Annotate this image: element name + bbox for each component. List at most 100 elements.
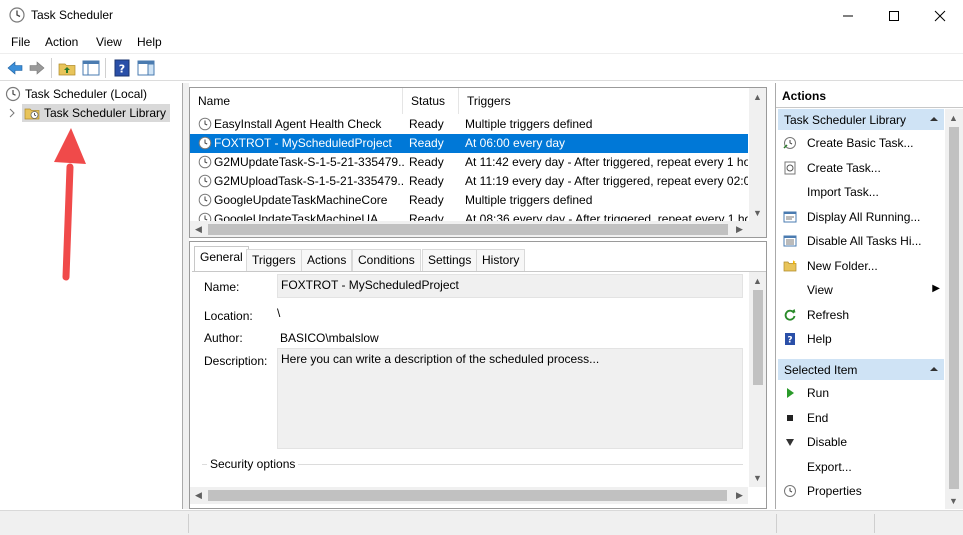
status-segment xyxy=(874,514,963,533)
scroll-down-arrow[interactable]: ▼ xyxy=(945,492,962,509)
task-row[interactable]: G2MUploadTask-S-1-5-21-335479... Ready At … xyxy=(190,172,748,191)
tab-divider xyxy=(192,271,766,272)
scroll-left-arrow[interactable]: ◀ xyxy=(190,487,207,504)
show-action-pane-icon[interactable] xyxy=(137,59,155,77)
status-bar xyxy=(0,510,963,535)
tree-item-root[interactable]: Task Scheduler (Local) xyxy=(5,85,147,103)
scroll-left-arrow[interactable]: ◀ xyxy=(190,221,207,237)
disable-icon xyxy=(782,434,798,450)
action-label: Create Basic Task... xyxy=(807,136,914,150)
actions-pane-title: Actions xyxy=(776,83,963,108)
action-new-folder[interactable]: New Folder... xyxy=(776,256,944,276)
action-end[interactable]: End xyxy=(776,408,944,428)
action-label: Run xyxy=(807,386,830,400)
actions-vscrollbar[interactable]: ▲ ▼ xyxy=(945,109,963,509)
scroll-down-arrow[interactable]: ▼ xyxy=(749,469,766,486)
action-label: Create Task... xyxy=(807,160,881,175)
scroll-up-arrow[interactable]: ▲ xyxy=(749,272,766,289)
collapse-up-icon[interactable] xyxy=(928,363,940,375)
action-import-task[interactable]: Import Task... xyxy=(776,182,944,202)
folder-icon xyxy=(782,258,798,274)
action-label: View xyxy=(807,283,833,297)
task-details-pane: General Triggers Actions Conditions Sett… xyxy=(189,241,767,509)
scroll-right-arrow[interactable]: ▶ xyxy=(731,487,748,504)
maximize-button[interactable] xyxy=(871,0,917,31)
scroll-right-arrow[interactable]: ▶ xyxy=(731,221,748,237)
help-icon: ? xyxy=(782,331,798,347)
svg-text:?: ? xyxy=(119,63,125,76)
tab-general[interactable]: General xyxy=(194,246,249,272)
tab-conditions[interactable]: Conditions xyxy=(352,249,421,271)
task-row[interactable]: GoogleUpdateTaskMachineCore Ready Multiple… xyxy=(190,191,748,210)
scroll-up-arrow[interactable]: ▲ xyxy=(945,109,962,126)
action-disable[interactable]: Disable xyxy=(776,432,944,452)
scroll-down-arrow[interactable]: ▼ xyxy=(749,204,766,221)
action-properties[interactable]: Properties xyxy=(776,481,944,501)
scroll-thumb[interactable] xyxy=(208,224,728,235)
create-task-icon xyxy=(782,160,798,176)
close-button[interactable] xyxy=(917,0,963,31)
task-list-hscrollbar[interactable]: ◀ ▶ xyxy=(190,221,748,237)
task-status: Ready xyxy=(409,193,444,207)
tab-actions[interactable]: Actions xyxy=(301,249,353,271)
details-vscrollbar[interactable]: ▲ ▼ xyxy=(749,272,766,487)
task-row[interactable]: EasyInstall Agent Health Check Ready Multi… xyxy=(190,115,748,134)
task-row[interactable]: FOXTROT - MyScheduledProject Ready At 06:0… xyxy=(190,134,748,153)
tree-item-root-label: Task Scheduler (Local) xyxy=(25,87,148,101)
action-view[interactable]: View ▶ xyxy=(776,280,944,300)
action-label: Display All Running... xyxy=(807,209,921,224)
action-label: Export... xyxy=(807,459,852,474)
action-label: Refresh xyxy=(807,307,850,322)
section-selected-item[interactable]: Selected Item xyxy=(778,359,944,380)
up-folder-icon[interactable] xyxy=(58,59,76,77)
window-title: Task Scheduler xyxy=(31,8,114,22)
svg-text:?: ? xyxy=(787,336,792,346)
action-export[interactable]: Export... xyxy=(776,457,944,477)
minimize-button[interactable] xyxy=(825,0,871,31)
action-create-task[interactable]: Create Task... xyxy=(776,158,944,178)
collapse-up-icon[interactable] xyxy=(928,113,940,125)
scroll-thumb[interactable] xyxy=(949,127,959,489)
task-clock-icon xyxy=(198,174,212,188)
column-header-status[interactable]: Status xyxy=(403,88,459,114)
back-arrow-icon[interactable] xyxy=(6,59,24,77)
tree-item-library-label: Task Scheduler Library xyxy=(44,106,167,120)
tab-triggers[interactable]: Triggers xyxy=(246,249,302,271)
action-refresh[interactable]: Refresh xyxy=(776,305,944,325)
action-run[interactable]: Run xyxy=(776,383,944,403)
description-field[interactable]: Here you can write a description of the … xyxy=(277,348,743,449)
task-clock-icon xyxy=(198,136,212,150)
tab-settings[interactable]: Settings xyxy=(422,249,478,271)
status-segment xyxy=(776,514,872,533)
column-header-triggers[interactable]: Triggers xyxy=(459,88,748,114)
column-header-name[interactable]: Name xyxy=(190,88,403,114)
task-list-vscrollbar[interactable]: ▲ ▼ xyxy=(749,88,766,221)
action-display-all-running[interactable]: Display All Running... xyxy=(776,207,944,227)
action-create-basic-task[interactable]: Create Basic Task... xyxy=(776,133,944,153)
menu-file[interactable]: File xyxy=(11,35,30,49)
menu-action[interactable]: Action xyxy=(45,35,78,49)
menu-help[interactable]: Help xyxy=(137,35,162,49)
action-label: Help xyxy=(807,332,832,346)
action-disable-all-tasks-hi[interactable]: Disable All Tasks Hi... xyxy=(776,231,944,251)
section-task-scheduler-library[interactable]: Task Scheduler Library xyxy=(778,109,944,130)
action-help[interactable]: ? Help xyxy=(776,329,944,349)
task-status: Ready xyxy=(409,174,444,188)
location-label: Location: xyxy=(204,309,253,323)
tree-item-library[interactable]: Task Scheduler Library xyxy=(8,104,171,122)
menu-view[interactable]: View xyxy=(96,35,122,49)
show-hide-tree-icon[interactable] xyxy=(82,59,100,77)
scroll-thumb[interactable] xyxy=(208,490,727,501)
details-hscrollbar[interactable]: ◀ ▶ xyxy=(190,487,748,504)
action-label: End xyxy=(807,410,829,425)
name-field[interactable]: FOXTROT - MyScheduledProject xyxy=(277,274,743,298)
tab-history[interactable]: History xyxy=(476,249,526,271)
scroll-thumb[interactable] xyxy=(753,290,763,385)
chevron-right-icon[interactable] xyxy=(8,108,16,118)
forward-arrow-icon[interactable] xyxy=(28,59,46,77)
task-row[interactable]: G2MUpdateTask-S-1-5-21-335479... Ready At … xyxy=(190,153,748,172)
help-book-icon[interactable]: ? xyxy=(113,59,131,77)
scroll-up-arrow[interactable]: ▲ xyxy=(749,88,766,105)
section-library-label: Task Scheduler Library xyxy=(784,113,907,127)
task-clock-icon xyxy=(198,193,212,207)
